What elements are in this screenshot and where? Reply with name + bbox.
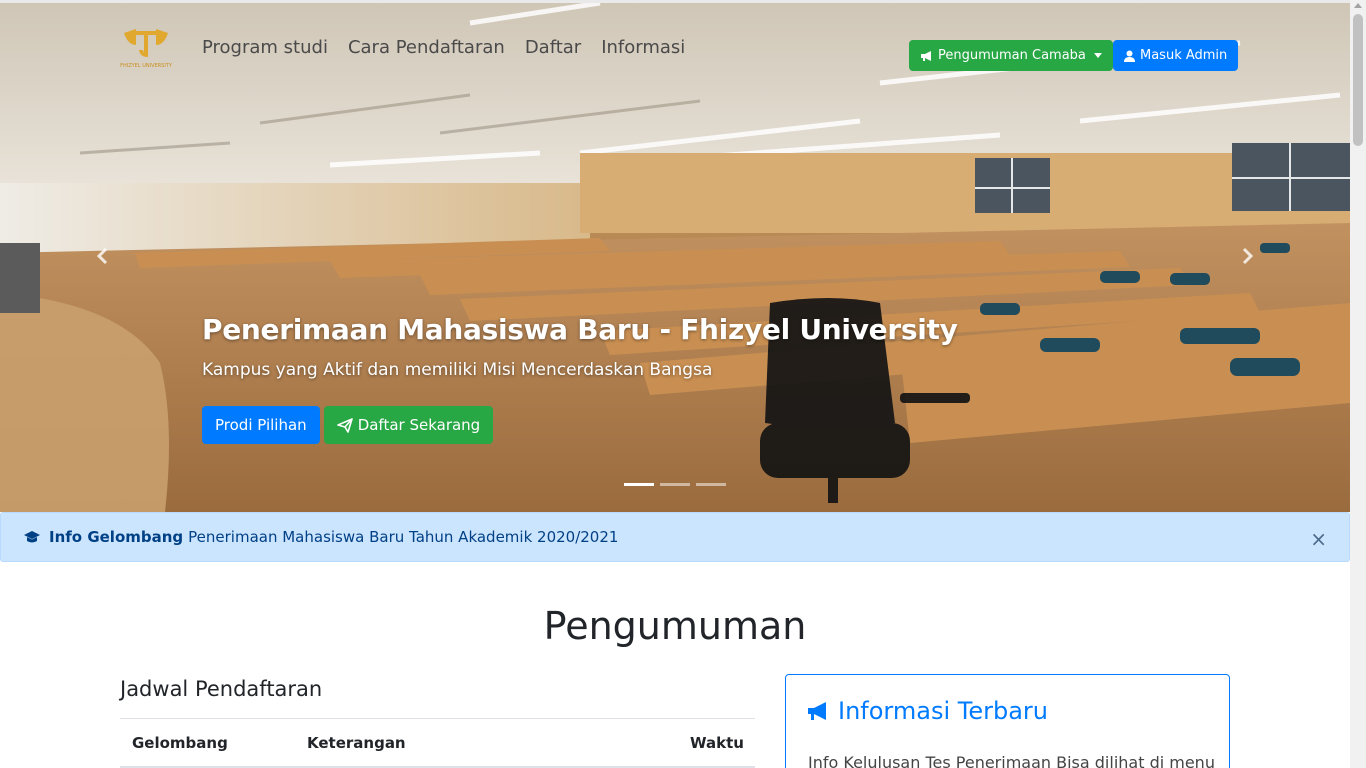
daftar-sekarang-button[interactable]: Daftar Sekarang bbox=[323, 406, 494, 444]
hero-subtitle: Kampus yang Aktif dan memiliki Misi Menc… bbox=[202, 360, 713, 380]
paper-plane-icon bbox=[336, 417, 353, 433]
nav-link-cara-pendaftaran[interactable]: Cara Pendaftaran bbox=[348, 37, 505, 58]
section-title: Pengumuman bbox=[543, 604, 807, 648]
admin-login-button[interactable]: Masuk Admin bbox=[1113, 40, 1239, 71]
carousel-prev-arrow[interactable] bbox=[92, 243, 112, 271]
announcement-button-label: Pengumuman Camaba bbox=[938, 48, 1086, 63]
prodi-pilihan-label: Prodi Pilihan bbox=[215, 416, 307, 434]
table-header-waktu: Waktu bbox=[690, 734, 744, 752]
carousel-indicators bbox=[624, 483, 726, 486]
carousel-next-arrow[interactable] bbox=[1238, 243, 1258, 271]
university-logo[interactable]: FHIZYEL UNIVERSITY bbox=[118, 25, 174, 71]
prodi-pilihan-button[interactable]: Prodi Pilihan bbox=[202, 406, 320, 444]
carousel-indicator-1[interactable] bbox=[624, 483, 654, 486]
scroll-up-arrow-icon[interactable] bbox=[1354, 3, 1362, 8]
schedule-title: Jadwal Pendaftaran bbox=[120, 677, 323, 701]
page-scrollbar[interactable] bbox=[1350, 0, 1366, 768]
main-nav: Program studi Cara Pendaftaran Daftar In… bbox=[202, 37, 685, 58]
info-card-title-text: Informasi Terbaru bbox=[838, 697, 1048, 725]
info-card: Informasi Terbaru Info Kelulusan Tes Pen… bbox=[785, 674, 1230, 768]
hero-caption: Penerimaan Mahasiswa Baru - Fhizyel Univ… bbox=[202, 313, 962, 380]
navbar: FHIZYEL UNIVERSITY Program studi Cara Pe… bbox=[0, 3, 1350, 91]
user-icon bbox=[1124, 50, 1135, 62]
bullhorn-icon bbox=[808, 702, 826, 720]
daftar-sekarang-label: Daftar Sekarang bbox=[357, 416, 481, 434]
alert-label: Info Gelombang bbox=[49, 528, 184, 546]
table-header-keterangan: Keterangan bbox=[307, 734, 406, 752]
nav-link-program-studi[interactable]: Program studi bbox=[202, 37, 328, 58]
hero-buttons: Prodi Pilihan Daftar Sekarang bbox=[202, 406, 494, 444]
info-card-text: Info Kelulusan Tes Penerimaan Bisa dilih… bbox=[808, 753, 1215, 768]
chevron-left-icon bbox=[96, 247, 108, 265]
admin-button-label: Masuk Admin bbox=[1140, 48, 1228, 63]
table-top-border bbox=[120, 718, 755, 719]
carousel-indicator-2[interactable] bbox=[660, 483, 690, 486]
graduation-cap-icon bbox=[24, 531, 40, 543]
chevron-right-icon bbox=[1242, 247, 1254, 265]
bullhorn-icon bbox=[921, 50, 931, 61]
scrollbar-thumb[interactable] bbox=[1353, 14, 1363, 146]
alert-text: Penerimaan Mahasiswa Baru Tahun Akademik… bbox=[188, 528, 619, 546]
hero-carousel: FHIZYEL UNIVERSITY Program studi Cara Pe… bbox=[0, 3, 1350, 512]
alert-close-button[interactable]: × bbox=[1310, 527, 1327, 551]
announcement-dropdown-button[interactable]: Pengumuman Camaba bbox=[909, 40, 1113, 71]
nav-link-daftar[interactable]: Daftar bbox=[525, 37, 581, 58]
table-header-gelombang: Gelombang bbox=[132, 734, 228, 752]
info-card-title: Informasi Terbaru bbox=[806, 697, 1048, 725]
svg-text:FHIZYEL UNIVERSITY: FHIZYEL UNIVERSITY bbox=[120, 63, 173, 69]
hero-title: Penerimaan Mahasiswa Baru - Fhizyel Univ… bbox=[202, 313, 958, 346]
info-gelombang-alert: Info Gelombang Penerimaan Mahasiswa Baru… bbox=[0, 512, 1350, 562]
carousel-indicator-3[interactable] bbox=[696, 483, 726, 486]
caret-down-icon bbox=[1093, 53, 1102, 58]
nav-link-informasi[interactable]: Informasi bbox=[601, 37, 685, 58]
